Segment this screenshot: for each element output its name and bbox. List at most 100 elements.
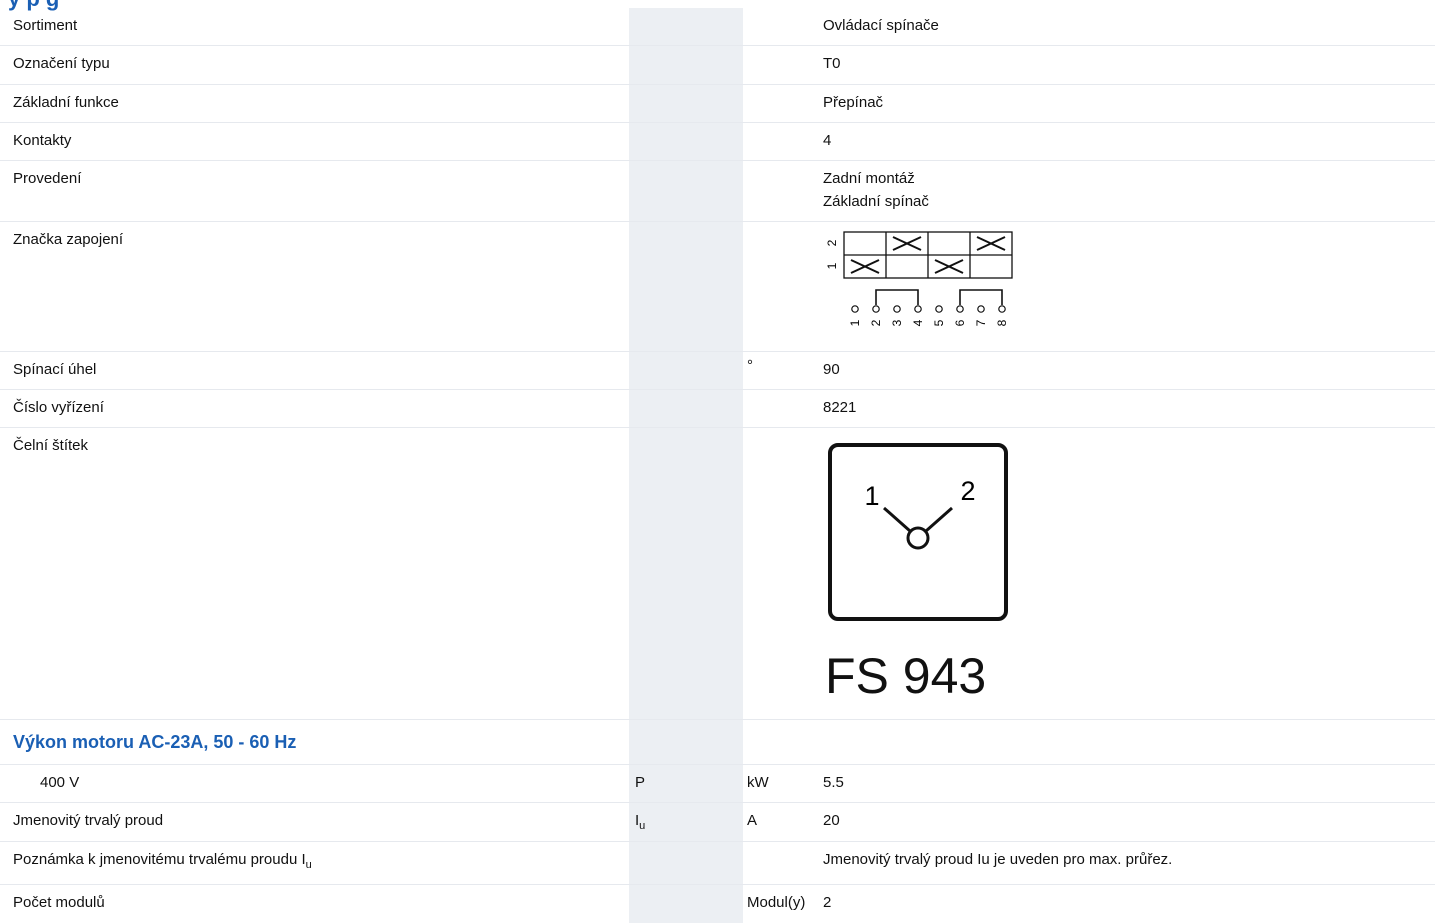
symbol-cell — [629, 390, 743, 427]
value-typ: T0 — [823, 55, 841, 72]
label-uhel: Spínací úhel — [13, 361, 97, 378]
label-poznamka: Poznámka k jmenovitému trvalému proudu I… — [0, 842, 629, 884]
label-znacka: Značka zapojení — [13, 231, 124, 248]
row-moduly: Počet modulů Modul(y) 2 — [0, 885, 1435, 923]
label-moduly: Počet modulů — [13, 894, 105, 911]
terminal-label: 3 — [890, 319, 904, 326]
unit-400v: kW — [747, 774, 769, 791]
terminal-label: 4 — [911, 319, 925, 326]
value-proud: 20 — [823, 812, 840, 829]
contact-cross — [976, 236, 1006, 251]
value-znacka: 2 1 12345678 — [818, 222, 1435, 351]
spec-table: Sortiment Ovládací spínače Označení typu… — [0, 8, 1435, 923]
front-plate-symbol: 1 2 — [864, 476, 976, 550]
label-poznamka-sub: u — [305, 859, 312, 871]
unit-uhel: ° — [747, 357, 753, 374]
terminal-circle — [935, 305, 943, 313]
unit-cell — [743, 8, 818, 45]
front-plate-code: FS 943 — [825, 648, 987, 704]
terminal-circle — [914, 305, 922, 313]
unit-cell — [743, 222, 818, 351]
label-cislo: Číslo vyřízení — [13, 399, 104, 416]
symbol-cell — [629, 842, 743, 884]
label-kontakty: Kontakty — [13, 132, 72, 149]
label-sortiment: Sortiment — [13, 17, 78, 34]
terminal-label: 8 — [995, 319, 1009, 326]
value-provedeni-line1: Zadní montáž — [823, 170, 915, 187]
plate-position-right: 2 — [960, 476, 975, 506]
terminal-circle — [956, 305, 964, 313]
row-poznamka: Poznámka k jmenovitému trvalému proudu I… — [0, 842, 1435, 885]
symbol-proud-sub: u — [639, 820, 646, 832]
symbol-cell — [629, 85, 743, 122]
symbol-400v: P — [629, 765, 743, 802]
contact-cross — [850, 259, 880, 274]
row-znacka: Značka zapojení 2 1 1 2 3 4 5 6 7 8 — [0, 222, 1435, 352]
label-400v: 400 V — [40, 774, 80, 791]
plate-position-left: 1 — [864, 481, 879, 511]
label-provedeni: Provedení — [13, 170, 82, 187]
symbol-cell — [629, 123, 743, 160]
terminal-circle — [998, 305, 1006, 313]
unit-cell — [743, 161, 818, 221]
row-provedeni: Provedení Zadní montáž Základní spínač — [0, 161, 1435, 222]
terminal-circle — [977, 305, 985, 313]
label-funkce: Základní funkce — [13, 94, 119, 111]
value-400v: 5.5 — [823, 774, 844, 791]
row-kontakty: Kontakty 4 — [0, 123, 1435, 161]
section-title-vykon: Výkon motoru AC-23A, 50 - 60 Hz — [13, 732, 297, 752]
label-proud: Jmenovitý trvalý proud — [13, 812, 164, 829]
row-typ: Označení typu T0 — [0, 46, 1435, 85]
diagram-row-label: 2 — [825, 239, 839, 246]
row-stitek: Čelní štítek — [0, 428, 1435, 720]
terminal-label: 7 — [974, 319, 988, 326]
terminal-circle — [851, 305, 859, 313]
symbol-cell — [629, 161, 743, 221]
unit-cell — [743, 46, 818, 84]
terminal-label: 5 — [932, 319, 946, 326]
symbol-cell — [629, 222, 743, 351]
value-provedeni-line2: Základní spínač — [823, 193, 929, 210]
value-sortiment: Ovládací spínače — [823, 17, 939, 34]
terminal-circle — [872, 305, 880, 313]
row-uhel: Spínací úhel ° 90 — [0, 352, 1435, 390]
terminal-label: 1 — [848, 319, 862, 326]
row-proud: Jmenovitý trvalý proud Iu A 20 — [0, 803, 1435, 842]
value-kontakty: 4 — [823, 132, 832, 149]
row-sortiment: Sortiment Ovládací spínače — [0, 8, 1435, 46]
contact-cross — [892, 236, 922, 251]
row-funkce: Základní funkce Přepínač — [0, 85, 1435, 123]
unit-moduly: Modul(y) — [747, 894, 806, 911]
label-stitek: Čelní štítek — [13, 437, 89, 454]
front-plate: 1 2 — [828, 443, 1008, 621]
value-cislo: 8221 — [823, 399, 857, 416]
symbol-proud: Iu — [629, 803, 743, 841]
symbol-cell — [629, 428, 743, 719]
unit-cell — [743, 390, 818, 427]
row-400v: 400 V P kW 5.5 — [0, 765, 1435, 803]
symbol-cell — [629, 885, 743, 923]
value-funkce: Přepínač — [823, 94, 884, 111]
row-vykon-section: Výkon motoru AC-23A, 50 - 60 Hz — [0, 720, 1435, 765]
unit-cell — [743, 123, 818, 160]
unit-cell — [743, 842, 818, 884]
terminal-label: 6 — [953, 319, 967, 326]
value-moduly: 2 — [823, 894, 832, 911]
terminal-circle — [893, 305, 901, 313]
value-poznamka: Jmenovitý trvalý proud Iu je uveden pro … — [823, 851, 1173, 868]
unit-proud: A — [747, 812, 758, 829]
contact-cross — [934, 259, 964, 274]
contact-diagram: 2 1 12345678 — [825, 231, 1013, 326]
label-poznamka-main: Poznámka k jmenovitému trvalému proudu I — [13, 851, 306, 868]
symbol-cell — [629, 8, 743, 45]
unit-cell — [743, 85, 818, 122]
label-typ: Označení typu — [13, 55, 110, 72]
symbol-cell — [629, 46, 743, 84]
row-cislo: Číslo vyřízení 8221 — [0, 390, 1435, 428]
value-uhel: 90 — [823, 361, 840, 378]
terminal-label: 2 — [869, 319, 883, 326]
unit-cell — [743, 428, 818, 719]
symbol-cell — [629, 352, 743, 389]
symbol-cell — [629, 720, 743, 764]
value-provedeni: Zadní montáž Základní spínač — [818, 161, 1435, 221]
